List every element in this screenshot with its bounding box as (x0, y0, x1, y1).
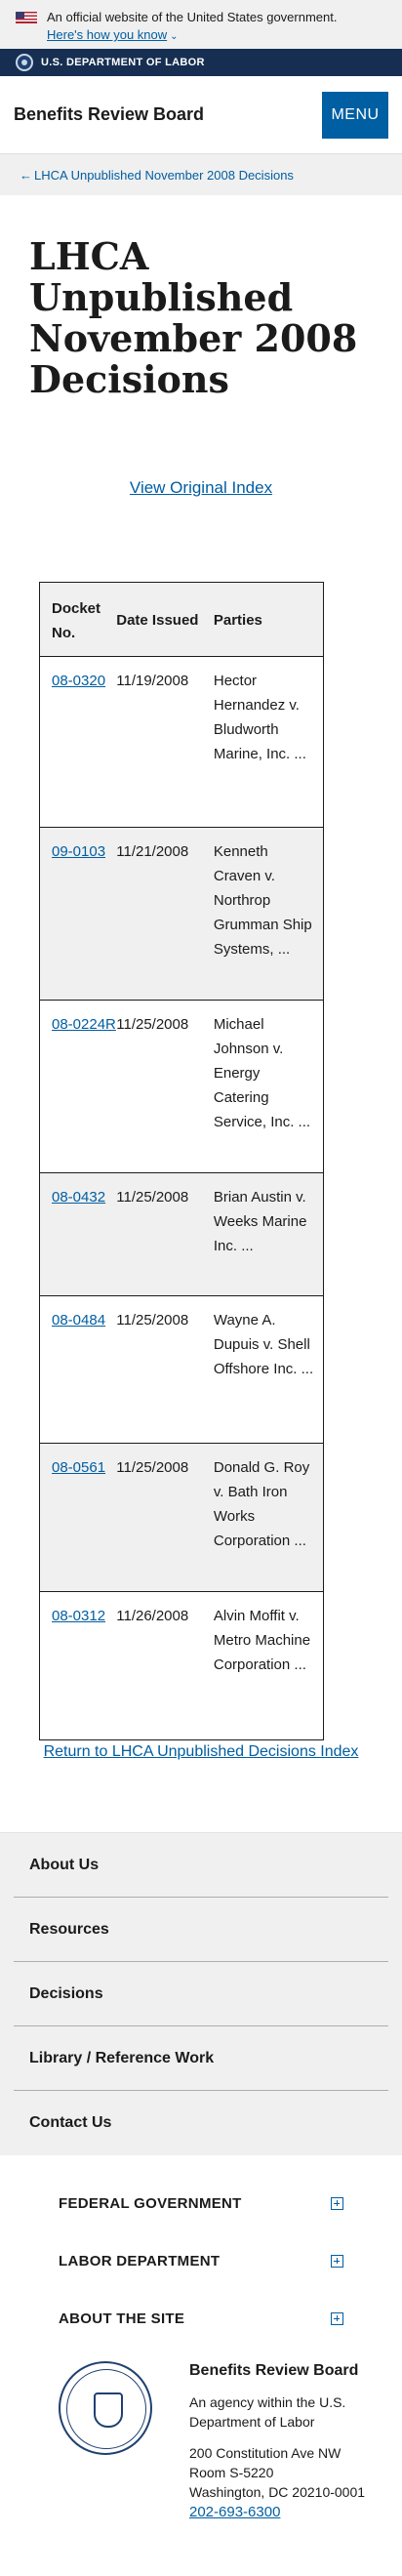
parties-cell: Donald G. Roy v. Bath Iron Works Corpora… (213, 1443, 324, 1592)
plus-icon[interactable] (331, 2197, 343, 2210)
table-header-row: Docket No. Date Issued Parties (39, 582, 324, 657)
docket-link[interactable]: 08-0312 (52, 1608, 105, 1624)
docket-cell: 08-0312 (39, 1591, 117, 1740)
accordion-about-the-site[interactable]: ABOUT THE SITE (59, 2290, 343, 2348)
footer-nav: About Us Resources Decisions Library / R… (0, 1832, 402, 2155)
footer-agency: Benefits Review Board An agency within t… (0, 2348, 402, 2522)
docket-cell: 08-0484 (39, 1295, 117, 1444)
date-cell: 11/25/2008 (116, 1443, 214, 1592)
chevron-down-icon: ⌄ (170, 31, 179, 42)
dol-seal-icon (59, 2361, 152, 2455)
arrow-left-icon: ← (20, 167, 32, 183)
docket-link[interactable]: 08-0224R (52, 1016, 116, 1033)
gov-banner: An official website of the United States… (0, 0, 402, 49)
parties-cell: Michael Johnson v. Energy Catering Servi… (213, 1000, 324, 1173)
date-cell: 11/25/2008 (116, 1000, 214, 1173)
docket-link[interactable]: 08-0432 (52, 1189, 105, 1206)
agency-name: Benefits Review Board (189, 2362, 359, 2379)
accordion-labor-department[interactable]: LABOR DEPARTMENT (59, 2232, 343, 2290)
footer-nav-about-us[interactable]: About Us (14, 1833, 388, 1898)
table-row: 08-0484 11/25/2008 Wayne A. Dupuis v. Sh… (39, 1295, 324, 1444)
plus-icon[interactable] (331, 2255, 343, 2268)
date-cell: 11/25/2008 (116, 1172, 214, 1296)
site-title[interactable]: Benefits Review Board (14, 104, 204, 125)
docket-link[interactable]: 08-0320 (52, 673, 105, 689)
docket-link[interactable]: 09-0103 (52, 843, 105, 860)
page-title: LHCA Unpublished November 2008 Decisions (29, 234, 358, 401)
address-line-2: Room S-5220 (189, 2465, 274, 2480)
footer-nav-resources[interactable]: Resources (14, 1898, 388, 1962)
table-row: 08-0224R 11/25/2008 Michael Johnson v. E… (39, 1000, 324, 1173)
docket-link[interactable]: 08-0561 (52, 1459, 105, 1476)
table-row: 08-0432 11/25/2008 Brian Austin v. Weeks… (39, 1172, 324, 1296)
dol-bar-label[interactable]: U.S. DEPARTMENT OF LABOR (41, 57, 205, 68)
how-you-know-toggle[interactable]: Here's how you know ⌄ (47, 26, 337, 46)
gov-banner-official-text: An official website of the United States… (47, 10, 338, 24)
site-header: Benefits Review Board MENU (0, 76, 402, 154)
parties-cell: Kenneth Craven v. Northrop Grumman Ship … (213, 827, 324, 1001)
parties-cell: Hector Hernandez v. Bludworth Marine, In… (213, 656, 324, 828)
gov-banner-text: An official website of the United States… (47, 9, 337, 46)
column-header-docket: Docket No. (39, 582, 117, 657)
breadcrumb-back-link[interactable]: ← LHCA Unpublished November 2008 Decision… (20, 168, 294, 183)
date-cell: 11/19/2008 (116, 656, 214, 828)
view-original-index-link[interactable]: View Original Index (0, 478, 402, 498)
agency-description: An agency within the U.S. Department of … (189, 2394, 346, 2430)
menu-button[interactable]: MENU (322, 91, 388, 139)
decisions-table: Docket No. Date Issued Parties 08-0320 1… (39, 582, 324, 1740)
accordion-federal-government[interactable]: FEDERAL GOVERNMENT (59, 2175, 343, 2232)
agency-phone-link[interactable]: 202-693-6300 (189, 2504, 280, 2520)
docket-link[interactable]: 08-0484 (52, 1312, 105, 1329)
column-header-parties: Parties (213, 582, 324, 657)
footer-accordion: FEDERAL GOVERNMENT LABOR DEPARTMENT ABOU… (0, 2155, 402, 2348)
address-line-3: Washington, DC 20210-0001 (189, 2484, 366, 2500)
docket-cell: 09-0103 (39, 827, 117, 1001)
footer-nav-decisions[interactable]: Decisions (14, 1962, 388, 2026)
footer-nav-library[interactable]: Library / Reference Work (14, 2026, 388, 2091)
docket-cell: 08-0224R (39, 1000, 117, 1173)
agency-info: Benefits Review Board An agency within t… (189, 2361, 402, 2522)
date-cell: 11/25/2008 (116, 1295, 214, 1444)
docket-cell: 08-0432 (39, 1172, 117, 1296)
table-row: 08-0320 11/19/2008 Hector Hernandez v. B… (39, 656, 324, 828)
breadcrumb-label: LHCA Unpublished November 2008 Decisions (34, 167, 294, 183)
date-cell: 11/21/2008 (116, 827, 214, 1001)
plus-icon[interactable] (331, 2312, 343, 2325)
parties-cell: Brian Austin v. Weeks Marine Inc. ... (213, 1172, 324, 1296)
date-cell: 11/26/2008 (116, 1591, 214, 1740)
breadcrumb: ← LHCA Unpublished November 2008 Decision… (0, 154, 402, 195)
docket-cell: 08-0320 (39, 656, 117, 828)
table-row: 09-0103 11/21/2008 Kenneth Craven v. Nor… (39, 827, 324, 1001)
accordion-label: LABOR DEPARTMENT (59, 2253, 221, 2269)
docket-cell: 08-0561 (39, 1443, 117, 1592)
footer-nav-contact-us[interactable]: Contact Us (14, 2091, 388, 2155)
address-line-1: 200 Constitution Ave NW (189, 2445, 342, 2461)
parties-cell: Wayne A. Dupuis v. Shell Offshore Inc. .… (213, 1295, 324, 1444)
dol-seal-icon (16, 54, 33, 71)
column-header-date: Date Issued (116, 582, 214, 657)
decisions-table-wrapper: Docket No. Date Issued Parties 08-0320 1… (39, 582, 324, 1740)
return-to-index-link[interactable]: Return to LHCA Unpublished Decisions Ind… (39, 1740, 363, 1764)
us-flag-icon (16, 12, 37, 23)
parties-cell: Alvin Moffit v. Metro Machine Corporatio… (213, 1591, 324, 1740)
how-you-know-link[interactable]: Here's how you know (47, 27, 167, 42)
accordion-label: ABOUT THE SITE (59, 2310, 185, 2327)
table-row: 08-0561 11/25/2008 Donald G. Roy v. Bath… (39, 1443, 324, 1592)
accordion-label: FEDERAL GOVERNMENT (59, 2195, 242, 2212)
table-row: 08-0312 11/26/2008 Alvin Moffit v. Metro… (39, 1591, 324, 1740)
dol-bar: U.S. DEPARTMENT OF LABOR (0, 49, 402, 76)
